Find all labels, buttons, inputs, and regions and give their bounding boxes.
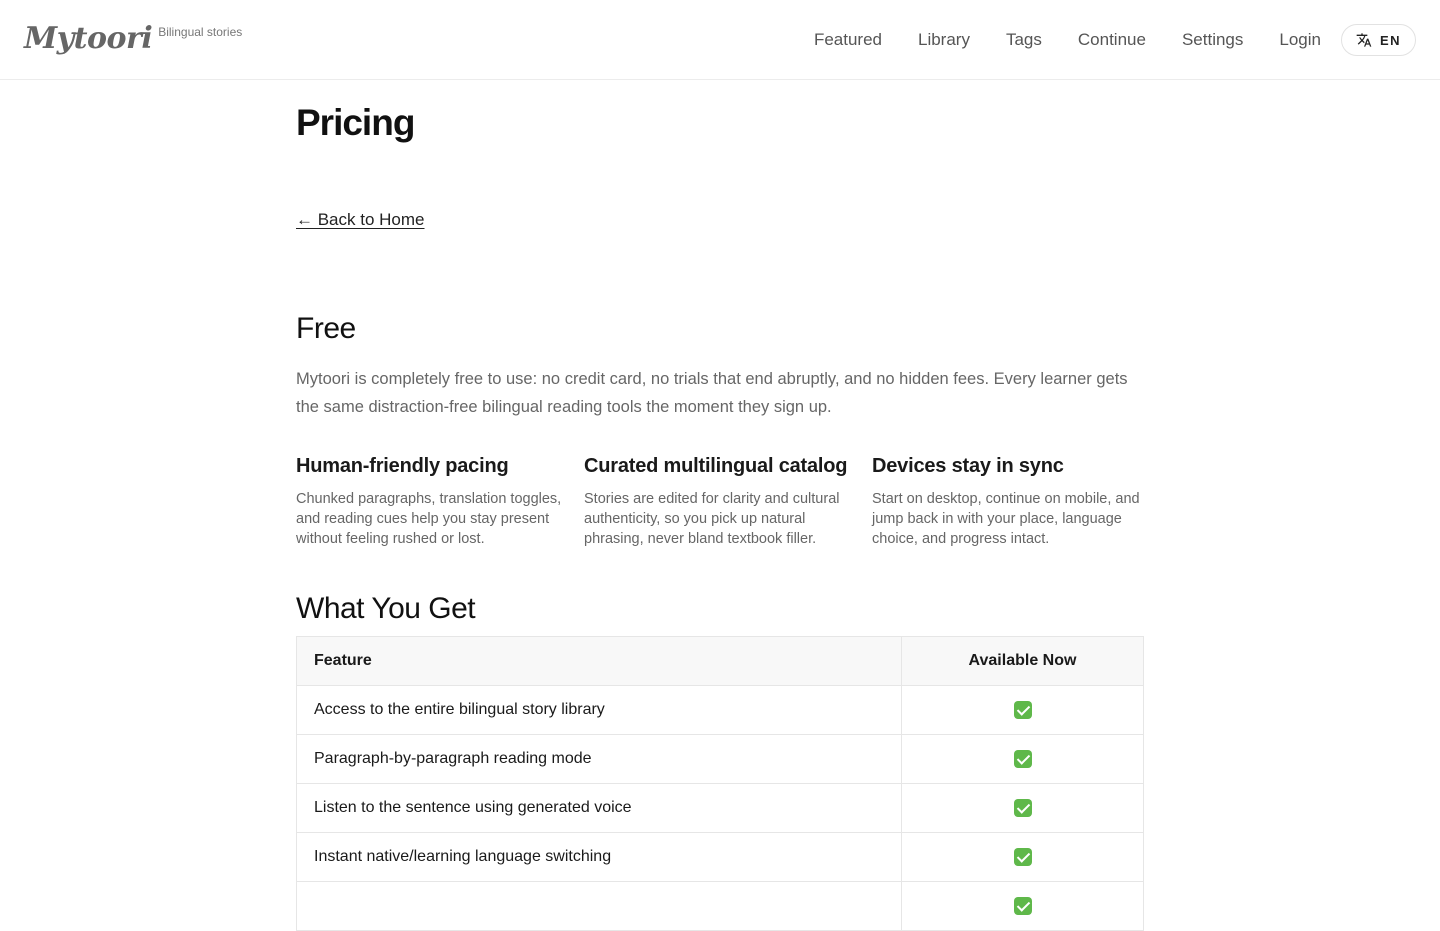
feature-text: Stories are edited for clarity and cultu… [584, 491, 840, 547]
nav-settings[interactable]: Settings [1182, 24, 1243, 56]
language-button[interactable]: EN [1341, 24, 1416, 56]
check-icon [1013, 749, 1032, 768]
available-cell [901, 734, 1144, 784]
tagline: Bilingual stories [158, 25, 243, 39]
main-nav: Featured Library Tags Continue Settings … [814, 24, 1416, 56]
page-title: Pricing [296, 102, 415, 143]
feature-cell: Listen to the sentence using generated v… [296, 783, 902, 833]
feature-text: Chunked paragraphs, translation toggles,… [296, 491, 562, 547]
feature-cell: Paragraph-by-paragraph reading mode [296, 734, 902, 784]
feature-card: Human-friendly pacing Chunked paragraphs… [296, 453, 584, 549]
check-icon [1013, 798, 1032, 817]
free-description: Mytoori is completely free to use: no cr… [296, 370, 1128, 416]
column-header-available: Available Now [901, 636, 1144, 686]
feature-text: Start on desktop, continue on mobile, an… [872, 491, 1140, 547]
what-you-get-heading: What You Get [296, 592, 476, 625]
feature-cell: Access to the entire bilingual story lib… [296, 685, 902, 735]
feature-title: Human-friendly pacing [296, 455, 509, 477]
check-icon [1013, 700, 1032, 719]
table-header-row: Feature Available Now [296, 636, 1144, 686]
site-header: Mytoori Bilingual stories Featured Libra… [0, 0, 1440, 80]
back-to-home-link[interactable]: ← Back to Home [296, 210, 425, 230]
check-icon [1013, 847, 1032, 866]
nav-featured[interactable]: Featured [814, 24, 882, 56]
feature-card: Curated multilingual catalog Stories are… [584, 453, 872, 549]
table-row: Instant native/learning language switchi… [296, 832, 1144, 882]
available-cell [901, 783, 1144, 833]
features-table: Feature Available Now Access to the enti… [296, 636, 1144, 931]
table-row: Listen to the sentence using generated v… [296, 783, 1144, 833]
feature-title: Curated multilingual catalog [584, 455, 848, 477]
table-row [296, 881, 1144, 931]
feature-grid: Human-friendly pacing Chunked paragraphs… [296, 453, 1144, 549]
nav-library[interactable]: Library [918, 24, 970, 56]
nav-tags[interactable]: Tags [1006, 24, 1042, 56]
feature-cell: Instant native/learning language switchi… [296, 832, 902, 882]
language-label: EN [1379, 32, 1402, 48]
column-header-feature: Feature [296, 636, 902, 686]
available-cell [901, 832, 1144, 882]
table-row: Access to the entire bilingual story lib… [296, 685, 1144, 735]
available-cell [901, 685, 1144, 735]
nav-continue[interactable]: Continue [1078, 24, 1146, 56]
table-row: Paragraph-by-paragraph reading mode [296, 734, 1144, 784]
feature-cell [296, 881, 902, 931]
translate-icon [1356, 32, 1372, 48]
logo[interactable]: Mytoori [24, 20, 153, 58]
nav-login[interactable]: Login [1279, 24, 1321, 56]
available-cell [901, 881, 1144, 931]
free-heading: Free [296, 312, 356, 345]
feature-card: Devices stay in sync Start on desktop, c… [872, 453, 1144, 549]
feature-title: Devices stay in sync [872, 455, 1064, 477]
brand[interactable]: Mytoori Bilingual stories [24, 20, 242, 58]
